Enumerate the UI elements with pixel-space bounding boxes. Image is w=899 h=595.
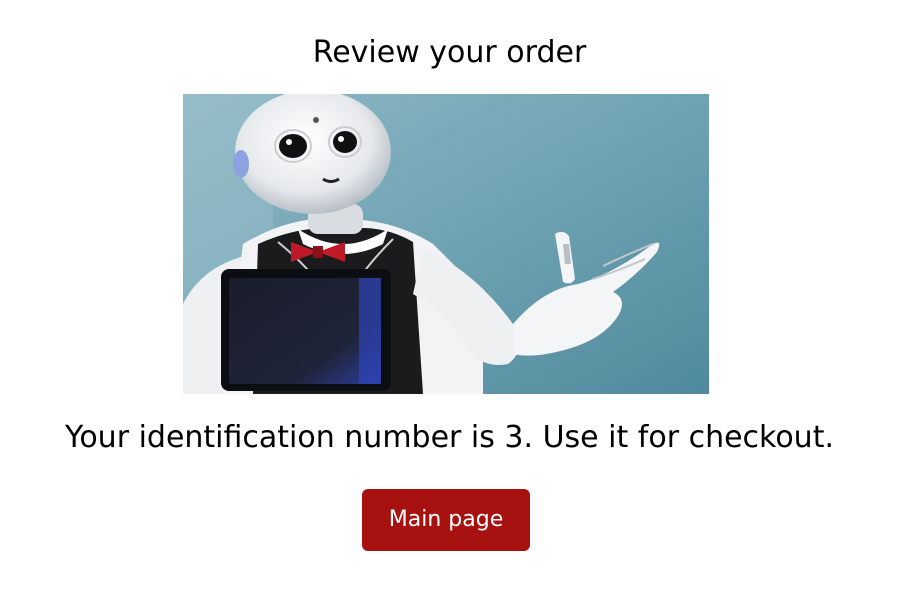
main-page-button[interactable]: Main page [362,489,530,551]
robot-photo [183,94,709,394]
identification-message: Your identification number is 3. Use it … [64,420,834,455]
page-title: Review your order [312,35,587,70]
order-review-page: Review your order Your identification nu… [0,0,899,595]
